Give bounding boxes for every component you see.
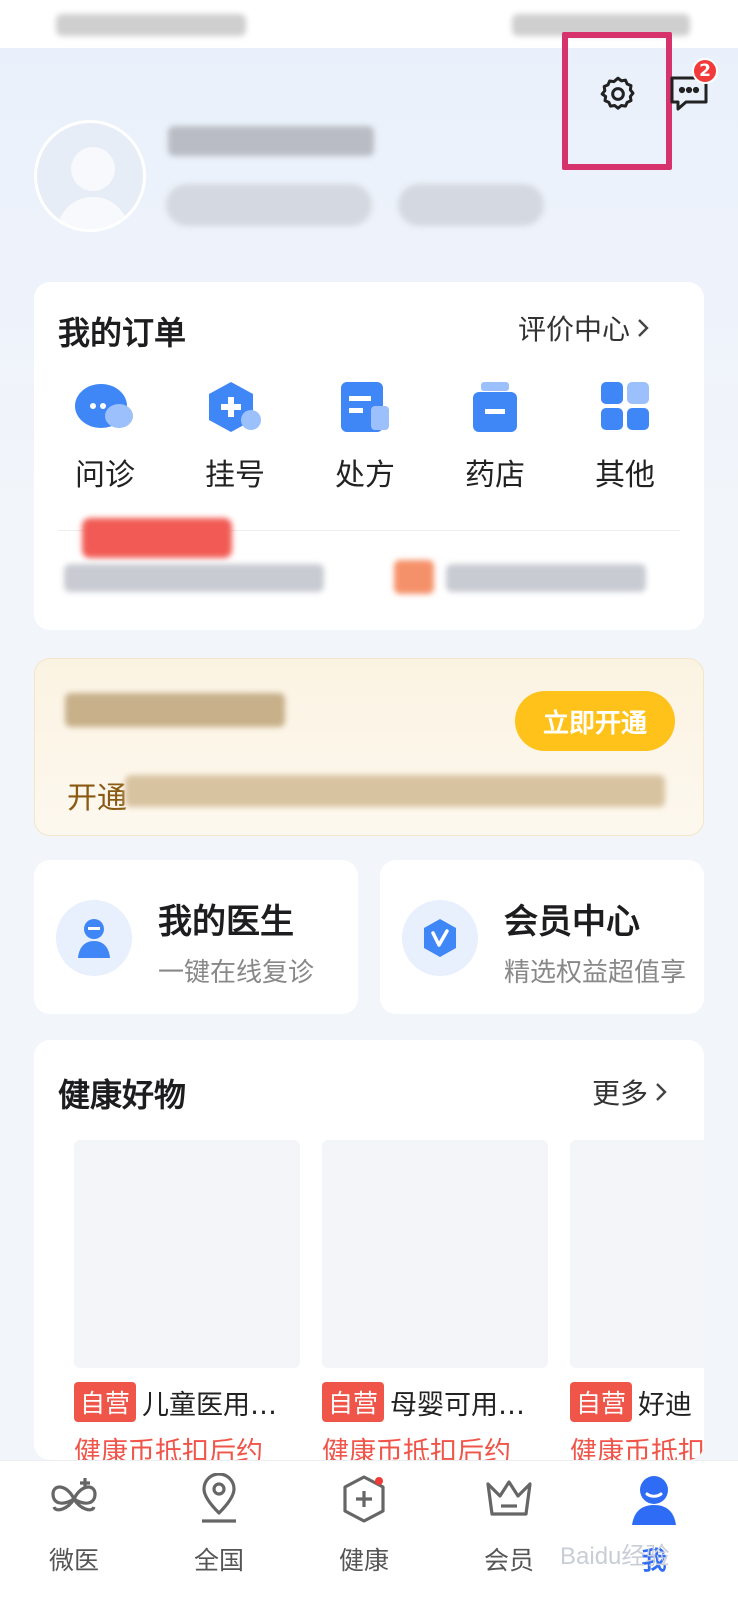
order-item-label: 挂号 (205, 458, 265, 493)
orders-title: 我的订单 (58, 314, 187, 352)
member-center-subtitle: 精选权益超值享 (504, 958, 687, 988)
order-other[interactable]: 其他 (570, 380, 680, 494)
review-center-label: 评价中心 (518, 313, 631, 346)
order-status-row-blurred-3[interactable] (446, 564, 646, 592)
tab-label: 会员 (483, 1546, 534, 1575)
tab-national[interactable]: 全国 (159, 1471, 279, 1577)
document-icon (333, 380, 397, 436)
baidu-watermark: Baidu经验 (560, 1543, 670, 1570)
product-price-text: 健康币抵扣后约 (322, 1437, 511, 1460)
product-name: 儿童医用… (142, 1389, 278, 1421)
butterfly-logo-icon (46, 1471, 102, 1527)
order-prescription[interactable]: 处方 (310, 380, 420, 494)
product-name: 母婴可用… (390, 1389, 526, 1421)
my-orders-card: 我的订单 评价中心 问诊 挂号 处方 药店 其他 (34, 282, 704, 630)
doctor-icon (56, 900, 132, 976)
membership-promo-card[interactable]: 立即开通 开通 (34, 658, 704, 836)
product-price-text: 健康币抵扣 (570, 1437, 704, 1460)
location-pin-icon (191, 1471, 247, 1527)
self-operated-tag: 自营 (570, 1382, 633, 1422)
open-membership-button[interactable]: 立即开通 (515, 691, 675, 751)
product-image (322, 1140, 548, 1368)
tab-label: 全国 (193, 1546, 244, 1575)
bottom-tab-bar: 微医 全国 健康 会员 我 (0, 1460, 738, 1600)
my-doctor-subtitle: 一键在线复诊 (158, 958, 315, 988)
chevron-right-icon (638, 319, 649, 337)
tab-label: 健康 (338, 1546, 389, 1575)
hex-plus-icon (336, 1471, 392, 1527)
grid-icon (593, 380, 657, 436)
crown-icon (481, 1471, 537, 1527)
self-operated-tag: 自营 (74, 1382, 137, 1422)
member-shield-icon (402, 900, 478, 976)
product-name-row: 自营 儿童医用… (74, 1382, 300, 1422)
profile-chip-blurred-2[interactable] (398, 184, 544, 226)
order-consult[interactable]: 问诊 (50, 380, 160, 494)
promo-subtitle-blurred (125, 775, 665, 807)
tab-weiyi[interactable]: 微医 (14, 1471, 134, 1577)
chevron-right-icon (656, 1083, 667, 1101)
product-image (570, 1140, 704, 1368)
chat-bubble-icon (73, 380, 137, 436)
message-count-badge: 2 (692, 58, 718, 84)
promo-subtitle: 开通 (67, 781, 127, 816)
order-status-tag-blurred (82, 518, 232, 558)
review-center-link[interactable]: 评价中心 (518, 308, 650, 348)
product-price-text: 健康币抵扣后约 (74, 1437, 263, 1460)
profile-chip-blurred[interactable] (166, 184, 372, 226)
product-name: 好迪 (638, 1389, 693, 1421)
tab-label: 微医 (48, 1546, 99, 1575)
goods-more-link[interactable]: 更多 (592, 1072, 668, 1112)
my-doctor-title: 我的医生 (158, 902, 294, 942)
goods-more-label: 更多 (592, 1077, 649, 1110)
my-doctor-card[interactable]: 我的医生 一键在线复诊 (34, 860, 358, 1014)
order-item-label: 药店 (465, 458, 525, 493)
product-image (74, 1140, 300, 1368)
annotation-highlight-box (562, 32, 672, 170)
order-pharmacy[interactable]: 药店 (440, 380, 550, 494)
order-item-label: 处方 (335, 458, 395, 493)
tab-health[interactable]: 健康 (304, 1471, 424, 1577)
username-blurred (168, 126, 374, 156)
promo-title-blurred (65, 693, 285, 727)
member-center-card[interactable]: 会员中心 精选权益超值享 (380, 860, 704, 1014)
medicine-bottle-icon (463, 380, 527, 436)
tab-member[interactable]: 会员 (449, 1471, 569, 1577)
order-status-row-blurred[interactable] (64, 564, 324, 592)
hex-plus-icon (203, 380, 267, 436)
health-goods-card: 健康好物 更多 自营 儿童医用… 健康币抵扣后约 自营 母婴可用… 健康币抵扣后… (34, 1040, 704, 1460)
product-name-row: 自营 母婴可用… (322, 1382, 548, 1422)
goods-title: 健康好物 (58, 1076, 187, 1114)
order-register[interactable]: 挂号 (180, 380, 290, 494)
person-icon (626, 1471, 682, 1527)
product-card[interactable]: 自营 母婴可用… 健康币抵扣后约 (322, 1140, 548, 1460)
product-card[interactable]: 自营 儿童医用… 健康币抵扣后约 (74, 1140, 300, 1460)
product-card[interactable]: 自营 好迪 健康币抵扣 (570, 1140, 704, 1460)
order-status-row-blurred-2[interactable] (394, 560, 434, 594)
member-center-title: 会员中心 (504, 902, 640, 942)
order-item-label: 其他 (595, 458, 655, 493)
status-bar-left-blurred (56, 14, 246, 36)
product-name-row: 自营 好迪 (570, 1382, 704, 1422)
avatar[interactable] (34, 120, 146, 232)
order-item-label: 问诊 (75, 458, 135, 493)
self-operated-tag: 自营 (322, 1382, 385, 1422)
